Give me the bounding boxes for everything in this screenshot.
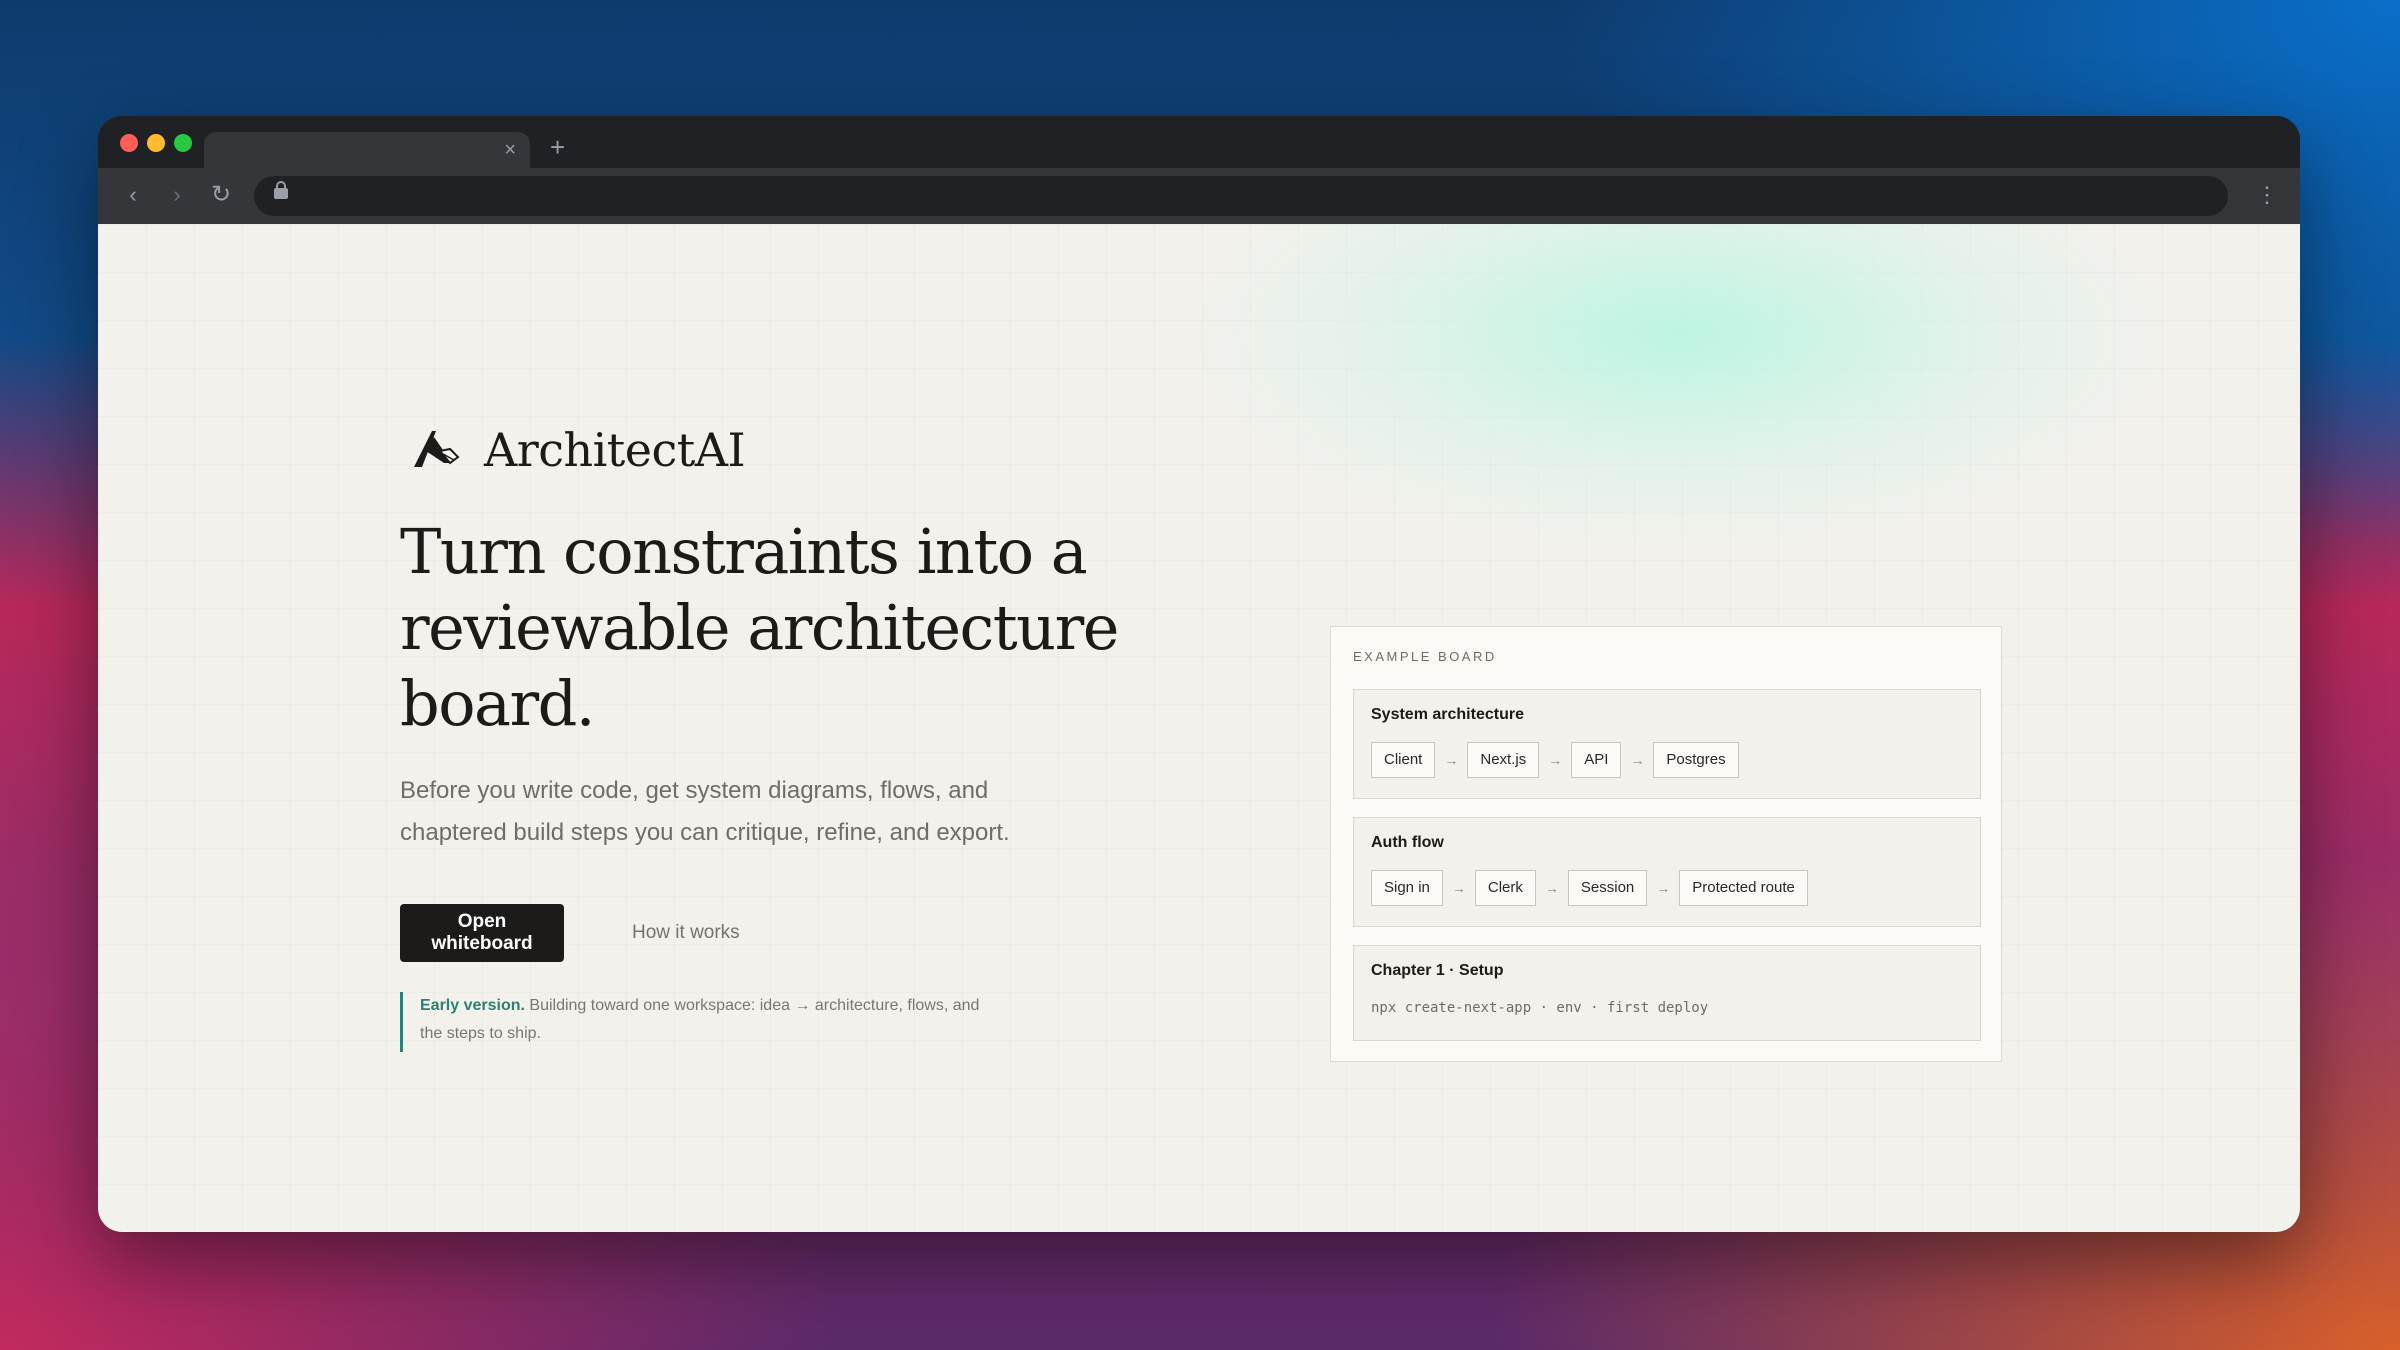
arrow-icon: → [1548, 752, 1563, 768]
board-label: EXAMPLE BOARD [1353, 649, 1497, 664]
node-chip: Session [1567, 870, 1648, 906]
arrow-icon: → [1656, 880, 1671, 896]
card-title: Chapter 1 · Setup [1371, 962, 1504, 979]
card-title: Auth flow [1371, 834, 1444, 851]
node-row: Client → Next.js → API → Postgres [1371, 742, 1739, 778]
node-row: Sign in → Clerk → Session → Protected ro… [1371, 870, 1808, 906]
note-emphasis: Early version. [420, 997, 525, 1014]
architectai-logo-icon [414, 431, 460, 467]
page-viewport: ArchitectAI Turn constraints into a revi… [98, 224, 2300, 1232]
browser-menu-icon[interactable]: ⋮ [2256, 180, 2278, 210]
arrow-icon: → [1451, 880, 1466, 896]
open-whiteboard-button[interactable]: Open whiteboard [400, 904, 564, 962]
early-version-note: Early version. Building toward one works… [400, 992, 980, 1052]
node-chip: Sign in [1371, 870, 1443, 906]
forward-icon[interactable]: › [162, 180, 192, 210]
example-board: EXAMPLE BOARD System architecture Client… [1330, 626, 2002, 1062]
hero-subtitle: Before you write code, get system diagra… [400, 777, 1010, 846]
back-icon[interactable]: ‹ [118, 180, 148, 210]
tab-bar: × + [98, 116, 2300, 168]
page-title: Turn constraints into a reviewable archi… [400, 515, 1119, 740]
minimize-window-button[interactable] [147, 134, 165, 152]
browser-window: × + ‹ › ↻ ⋮ ArchitectAI Turn constraints… [98, 116, 2300, 1232]
how-it-works-link[interactable]: How it works [632, 904, 740, 962]
address-bar[interactable] [254, 176, 2228, 216]
close-window-button[interactable] [120, 134, 138, 152]
auth-flow-card: Auth flow Sign in → Clerk → Session → Pr… [1353, 817, 1981, 927]
maximize-window-button[interactable] [174, 134, 192, 152]
brand: ArchitectAI [412, 420, 746, 480]
brand-name: ArchitectAI [484, 423, 746, 477]
browser-tab[interactable]: × [204, 132, 530, 168]
arrow-icon: → [1544, 880, 1559, 896]
new-tab-button[interactable]: + [550, 132, 565, 162]
node-chip: Next.js [1467, 742, 1540, 778]
arrow-icon: → [1630, 752, 1645, 768]
tab-close-icon[interactable]: × [504, 138, 516, 162]
arrow-icon: → [1444, 752, 1459, 768]
browser-toolbar: ‹ › ↻ ⋮ [98, 168, 2300, 224]
node-chip: Protected route [1679, 870, 1808, 906]
node-chip: Clerk [1474, 870, 1536, 906]
node-chip: Client [1371, 742, 1436, 778]
chapter-setup-card: Chapter 1 · Setup npx create-next-app · … [1353, 945, 1981, 1041]
system-architecture-card: System architecture Client → Next.js → A… [1353, 689, 1981, 799]
node-chip: API [1571, 742, 1622, 778]
setup-commands: npx create-next-app · env · first deploy [1371, 1000, 1709, 1016]
node-chip: Postgres [1653, 742, 1739, 778]
reload-icon[interactable]: ↻ [206, 180, 236, 210]
lock-icon [274, 181, 288, 199]
card-title: System architecture [1371, 706, 1524, 723]
